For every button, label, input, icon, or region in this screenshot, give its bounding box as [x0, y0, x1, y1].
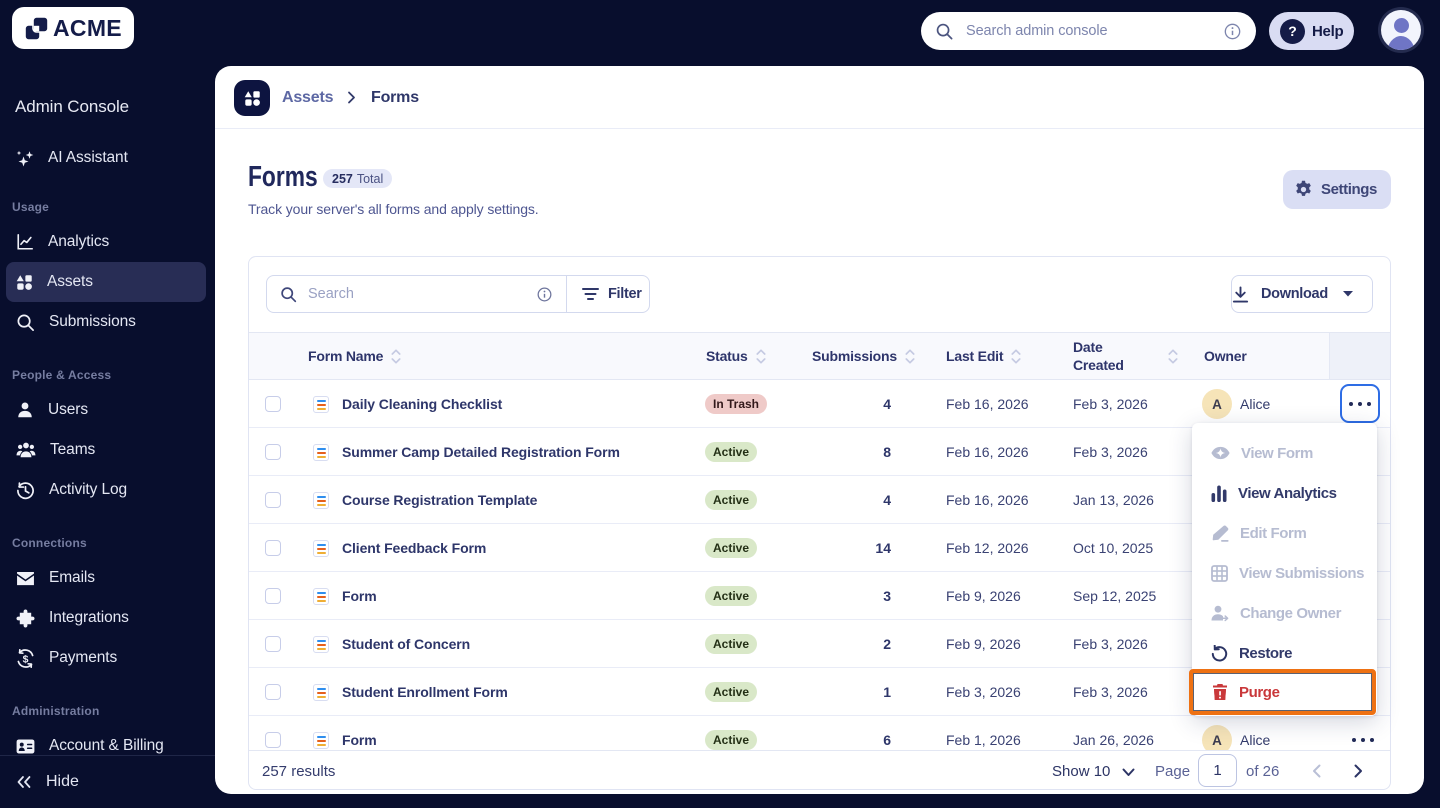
svg-text:$: $ — [23, 654, 29, 665]
